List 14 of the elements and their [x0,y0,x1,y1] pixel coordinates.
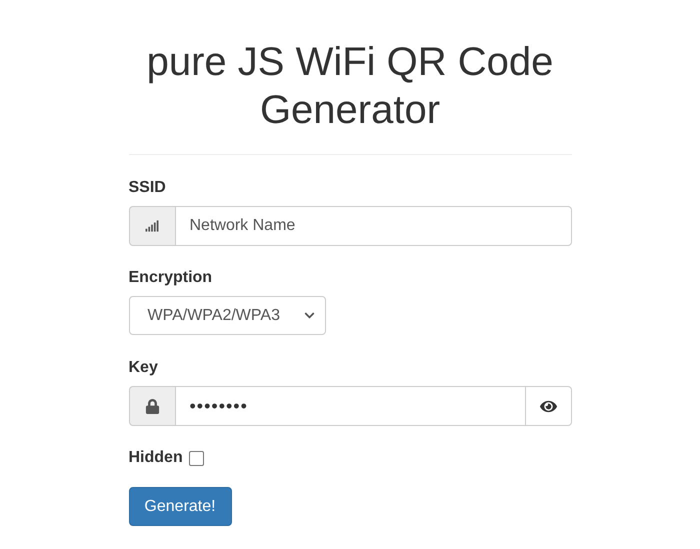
hidden-label: Hidden [128,449,183,467]
encryption-label: Encryption [128,269,212,287]
show-key-button[interactable] [526,386,572,426]
chevron-icon [304,310,314,321]
ssid-field[interactable]: Network Name [174,206,572,246]
ssid-label: SSID [128,179,166,197]
hidden-checkbox[interactable] [188,450,204,466]
page-title: pure JS WiFi QR Code Generator [146,39,554,134]
signal-icon [145,219,159,233]
key-label: Key [128,359,158,377]
encryption-select[interactable]: WPA/WPA2/WPA3 [128,296,326,335]
lock-icon [144,398,160,414]
key-field[interactable]: •••••••• [174,386,526,426]
generate-button[interactable]: Generate! [128,487,232,526]
